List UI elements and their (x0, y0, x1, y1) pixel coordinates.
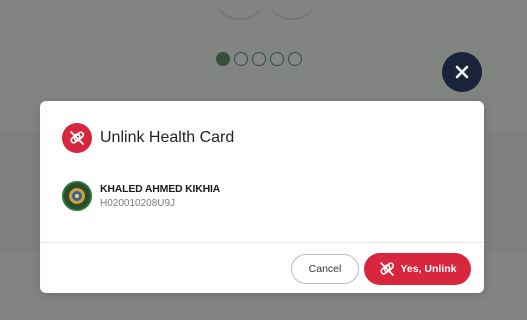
unlink-icon (380, 262, 395, 276)
avatar (62, 181, 92, 211)
member-row: KHALED AHMED KIKHIA H020010208U9J (62, 181, 220, 211)
close-button[interactable] (442, 52, 482, 92)
unlink-icon (62, 123, 92, 153)
yes-unlink-button[interactable]: Yes, Unlink (364, 253, 471, 285)
dialog-header: Unlink Health Card (62, 123, 234, 153)
member-info: KHALED AHMED KIKHIA H020010208U9J (100, 183, 220, 209)
yes-unlink-label: Yes, Unlink (400, 263, 457, 275)
member-name: KHALED AHMED KIKHIA (100, 183, 221, 195)
unlink-dialog: Unlink Health Card KHALED AHMED KIKHIA H… (40, 101, 484, 293)
close-icon (455, 65, 469, 79)
cancel-button[interactable]: Cancel (291, 254, 359, 284)
member-card-id: H020010208U9J (100, 198, 176, 209)
dialog-title: Unlink Health Card (100, 129, 235, 146)
divider (40, 242, 484, 243)
cancel-button-label: Cancel (308, 263, 342, 275)
